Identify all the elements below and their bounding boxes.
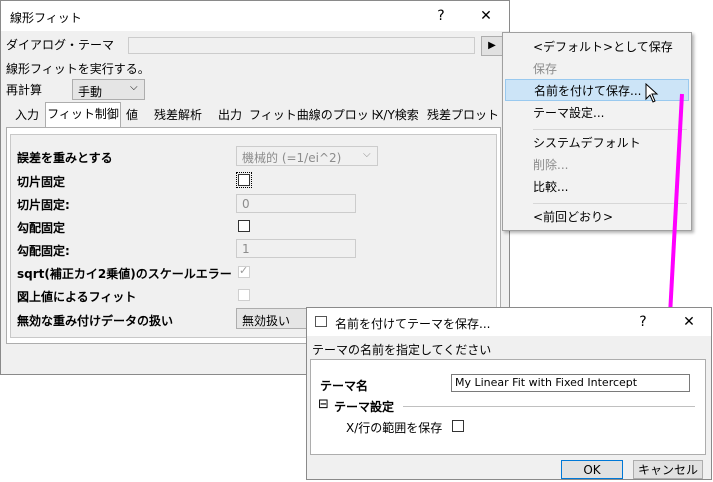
fix-slope-at-label: 勾配固定: (17, 244, 70, 258)
fix-slope-value: 1 (242, 242, 250, 256)
theme-name-value: My Linear Fit with Fixed Intercept (455, 376, 638, 389)
instruction-text: テーマの名前を指定してください (312, 343, 492, 357)
tab-xy-lookup[interactable]: X/Y検索 (368, 104, 426, 126)
arrow-right-icon: ▶ (488, 40, 496, 51)
fix-slope-checkbox[interactable] (238, 220, 250, 232)
theme-settings-label: テーマ設定 (334, 400, 395, 414)
app-icon (315, 316, 327, 327)
save-dialog-title: 名前を付けてテーマを保存... (335, 317, 491, 331)
recalc-value: 手動 (78, 85, 103, 99)
cancel-button[interactable]: キャンセル (633, 460, 703, 479)
tab-values[interactable]: 値 (120, 104, 144, 126)
help-button[interactable]: ? (427, 5, 455, 27)
apparent-fit-label: 図上値によるフィット (17, 290, 137, 304)
main-dialog-title: 線形フィット (10, 11, 82, 25)
ok-button[interactable]: OK (561, 460, 623, 479)
collapse-icon[interactable]: ⊟ (318, 397, 329, 412)
recalc-select[interactable]: 手動 ⌵ (72, 79, 145, 100)
section-divider (403, 406, 695, 407)
tab-residual-analysis[interactable]: 残差解析 (145, 104, 211, 126)
weight-label: 誤差を重みとする (17, 151, 113, 165)
tab-fit-control[interactable]: フィット制御 (45, 102, 121, 128)
close-button[interactable]: ✕ (472, 5, 500, 27)
tab-residual-plot[interactable]: 残差プロット (427, 104, 499, 126)
chevron-down-icon: ⌵ (363, 149, 371, 160)
scale-error-checkbox[interactable]: ✓ (238, 264, 250, 278)
save-theme-dialog: 名前を付けてテーマを保存... ? ✕ テーマの名前を指定してください テーマ名… (306, 307, 712, 480)
fix-intercept-value: 0 (242, 197, 250, 211)
weight-value: 機械的 (=1/ei^2) (242, 151, 342, 165)
tab-fit-curve-plot[interactable]: フィット曲線のプロット (249, 104, 381, 126)
recalc-label: 再計算 (6, 83, 43, 97)
help-button[interactable]: ? (629, 311, 657, 333)
fix-intercept-label: 切片固定 (17, 175, 66, 189)
invalid-weight-label: 無効な重み付けデータの扱い (17, 314, 174, 328)
theme-name-label: テーマ名 (320, 379, 369, 393)
menu-save[interactable]: 保存 (505, 58, 689, 80)
fix-slope-label: 勾配固定 (17, 221, 66, 235)
theme-combo[interactable] (128, 37, 475, 54)
close-button[interactable]: ✕ (675, 311, 703, 333)
weight-select[interactable]: 機械的 (=1/ei^2) ⌵ (236, 146, 378, 166)
chevron-down-icon: ⌵ (130, 82, 138, 93)
tab-output[interactable]: 出力 (212, 104, 248, 126)
fix-intercept-checkbox[interactable] (236, 172, 252, 188)
scale-error-label: sqrt(補正カイ2乗値)のスケールエラー (17, 267, 232, 281)
theme-name-input[interactable]: My Linear Fit with Fixed Intercept (451, 374, 690, 392)
description-text: 線形フィットを実行する。 (6, 62, 150, 76)
theme-menu-button[interactable]: ▶ (481, 36, 503, 56)
save-titlebar[interactable]: 名前を付けてテーマを保存... ? ✕ (307, 308, 711, 336)
invalid-weight-select[interactable]: 無効扱い (236, 308, 308, 329)
invalid-weight-value: 無効扱い (242, 314, 291, 328)
fix-slope-value-field[interactable]: 1 (236, 239, 356, 258)
main-titlebar[interactable]: 線形フィット ? ✕ (1, 1, 509, 31)
fix-intercept-at-label: 切片固定: (17, 198, 70, 212)
fix-intercept-value-field[interactable]: 0 (236, 194, 356, 213)
theme-label: ダイアログ・テーマ (6, 38, 115, 52)
apparent-fit-checkbox[interactable] (238, 289, 250, 301)
menu-save-as-default[interactable]: <デフォルト>として保存 (505, 36, 689, 58)
save-xy-range-label: X/行の範囲を保存 (346, 421, 443, 435)
save-xy-range-checkbox[interactable] (452, 420, 464, 432)
theme-settings-panel: テーマ名 My Linear Fit with Fixed Intercept … (310, 359, 706, 455)
tab-input[interactable]: 入力 (9, 104, 45, 126)
check-icon: ✓ (239, 264, 249, 277)
